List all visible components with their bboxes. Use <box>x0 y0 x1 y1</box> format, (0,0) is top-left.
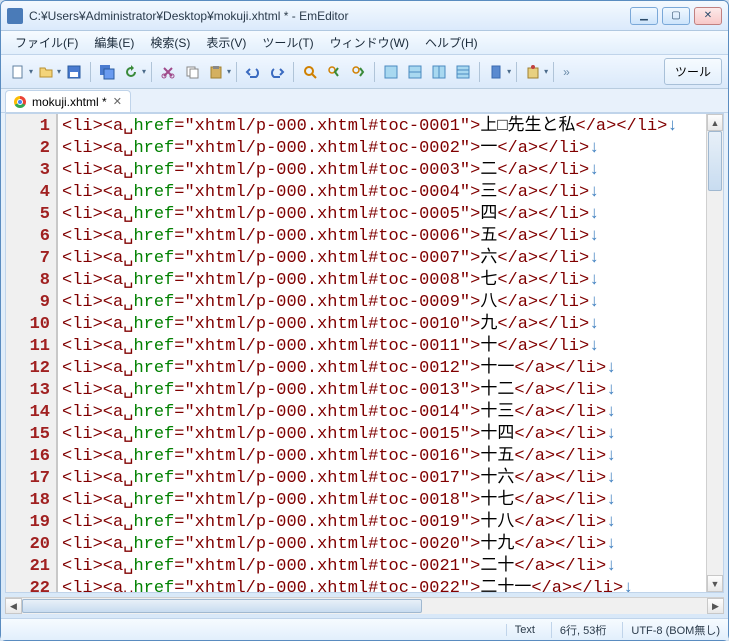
undo-button[interactable] <box>242 61 264 83</box>
paste-button[interactable] <box>205 61 227 83</box>
dropdown-icon[interactable]: ▾ <box>29 67 33 76</box>
dropdown-icon[interactable]: ▾ <box>57 67 61 76</box>
chrome-icon <box>14 96 26 108</box>
menu-view[interactable]: 表示(V) <box>198 31 254 54</box>
chevron-right-icon[interactable]: » <box>559 65 574 79</box>
vertical-scrollbar[interactable]: ▲ ▼ <box>706 114 723 592</box>
view-mode-3-button[interactable] <box>428 61 450 83</box>
find-button[interactable] <box>299 61 321 83</box>
scroll-thumb[interactable] <box>708 131 722 191</box>
scroll-track[interactable] <box>22 598 707 614</box>
statusbar: Text 6行, 53桁 UTF-8 (BOM無し) <box>1 618 728 640</box>
cut-button[interactable] <box>157 61 179 83</box>
reload-button[interactable] <box>120 61 142 83</box>
menu-tools[interactable]: ツール(T) <box>254 31 321 54</box>
scroll-down-icon[interactable]: ▼ <box>707 575 723 592</box>
menu-window[interactable]: ウィンドウ(W) <box>322 31 417 54</box>
separator <box>374 62 375 82</box>
separator <box>479 62 480 82</box>
window-controls: ▁ ▢ ✕ <box>630 7 722 25</box>
window-title: C:¥Users¥Administrator¥Desktop¥mokuji.xh… <box>29 9 630 23</box>
dropdown-icon[interactable]: ▾ <box>227 67 231 76</box>
scroll-thumb[interactable] <box>22 599 422 613</box>
scroll-track[interactable] <box>707 131 723 575</box>
separator <box>293 62 294 82</box>
copy-button[interactable] <box>181 61 203 83</box>
dropdown-icon[interactable]: ▾ <box>507 67 511 76</box>
tools-panel-label[interactable]: ツール <box>664 58 722 85</box>
tabbar: mokuji.xhtml * ✕ <box>1 89 728 113</box>
separator <box>151 62 152 82</box>
maximize-button[interactable]: ▢ <box>662 7 690 25</box>
code-area[interactable]: <li><a␣href="xhtml/p-000.xhtml#toc-0001"… <box>58 114 706 592</box>
menubar: ファイル(F) 編集(E) 検索(S) 表示(V) ツール(T) ウィンドウ(W… <box>1 31 728 55</box>
app-icon <box>7 8 23 24</box>
config-button[interactable] <box>522 61 544 83</box>
dropdown-icon[interactable]: ▾ <box>142 67 146 76</box>
tab-mokuji[interactable]: mokuji.xhtml * ✕ <box>5 90 131 112</box>
menu-search[interactable]: 検索(S) <box>142 31 198 54</box>
view-mode-4-button[interactable] <box>452 61 474 83</box>
scroll-right-icon[interactable]: ▶ <box>707 598 724 614</box>
status-mode: Text <box>506 624 535 636</box>
titlebar[interactable]: C:¥Users¥Administrator¥Desktop¥mokuji.xh… <box>1 1 728 31</box>
status-encoding: UTF-8 (BOM無し) <box>622 622 720 638</box>
plugins-button[interactable] <box>485 61 507 83</box>
save-all-button[interactable] <box>96 61 118 83</box>
separator <box>236 62 237 82</box>
close-tab-button[interactable]: ✕ <box>113 95 122 108</box>
menu-help[interactable]: ヘルプ(H) <box>417 31 486 54</box>
toolbar: ▾ ▾ ▾ ▾ ▾ ▾ » ツール <box>1 55 728 89</box>
editor: 1234567891011121314151617181920212223 <l… <box>5 113 724 593</box>
tab-label: mokuji.xhtml * <box>32 95 107 109</box>
find-next-button[interactable] <box>347 61 369 83</box>
scroll-left-icon[interactable]: ◀ <box>5 598 22 614</box>
separator <box>90 62 91 82</box>
scroll-up-icon[interactable]: ▲ <box>707 114 723 131</box>
app-window: C:¥Users¥Administrator¥Desktop¥mokuji.xh… <box>0 0 729 641</box>
view-mode-2-button[interactable] <box>404 61 426 83</box>
open-file-button[interactable] <box>35 61 57 83</box>
status-position: 6行, 53桁 <box>551 622 606 638</box>
separator <box>553 62 554 82</box>
line-number-gutter: 1234567891011121314151617181920212223 <box>6 114 58 592</box>
save-button[interactable] <box>63 61 85 83</box>
find-prev-button[interactable] <box>323 61 345 83</box>
new-file-button[interactable] <box>7 61 29 83</box>
menu-edit[interactable]: 編集(E) <box>86 31 142 54</box>
separator <box>516 62 517 82</box>
horizontal-scrollbar[interactable]: ◀ ▶ <box>5 597 724 614</box>
minimize-button[interactable]: ▁ <box>630 7 658 25</box>
dropdown-icon[interactable]: ▾ <box>544 67 548 76</box>
close-button[interactable]: ✕ <box>694 7 722 25</box>
menu-file[interactable]: ファイル(F) <box>7 31 86 54</box>
view-mode-1-button[interactable] <box>380 61 402 83</box>
redo-button[interactable] <box>266 61 288 83</box>
